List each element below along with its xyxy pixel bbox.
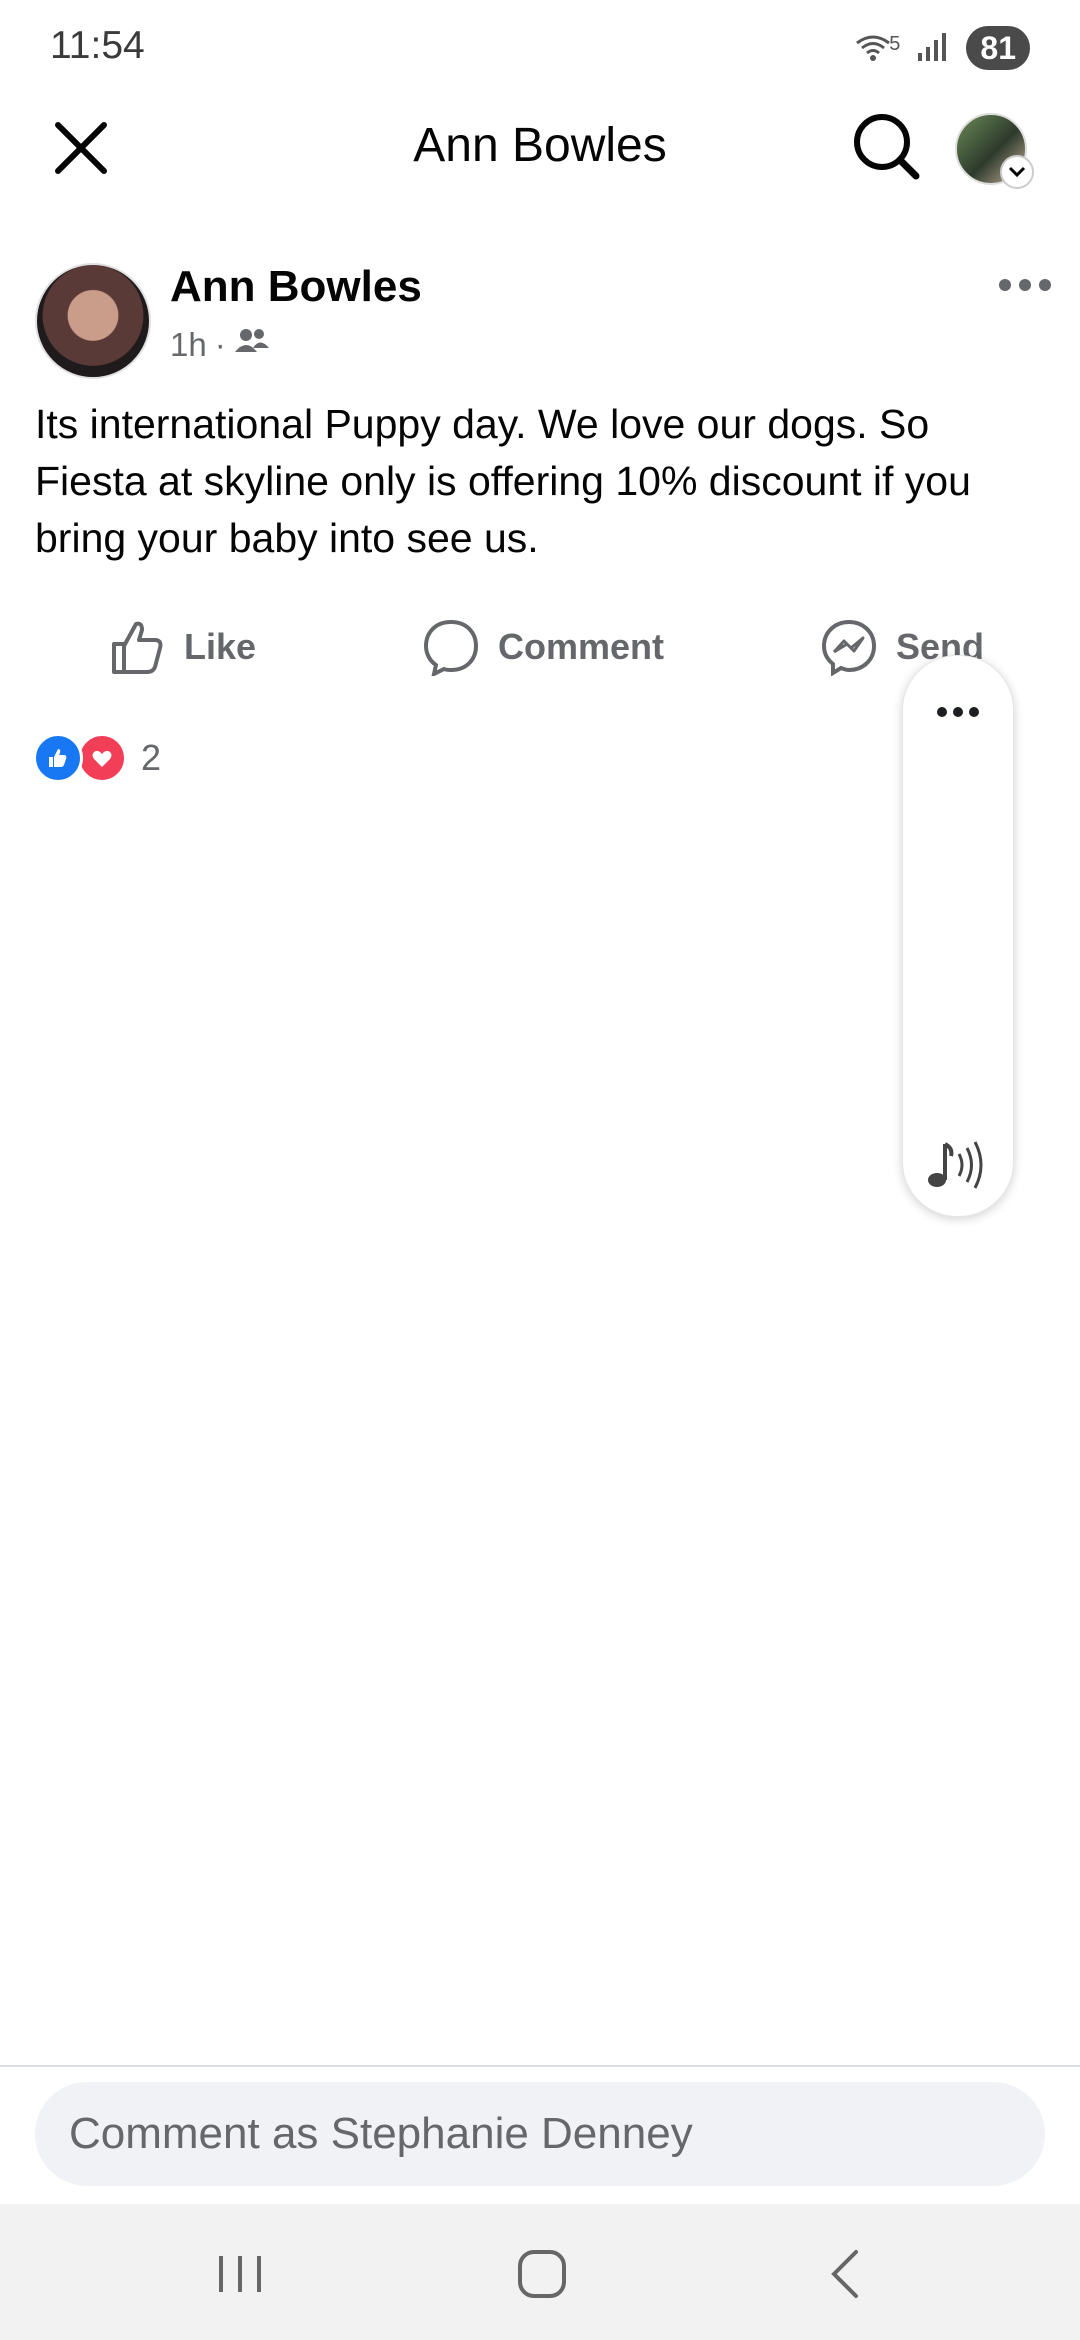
more-options-icon (999, 279, 1051, 291)
signal-icon (916, 31, 950, 66)
status-time: 11:54 (50, 24, 145, 67)
back-button[interactable] (810, 2244, 880, 2304)
search-button[interactable] (850, 110, 922, 182)
post-options-button[interactable] (995, 270, 1055, 300)
recent-apps-button[interactable] (205, 2244, 275, 2304)
post-text: Its international Puppy day. We love our… (35, 401, 971, 561)
like-label: Like (184, 626, 257, 667)
comment-button[interactable]: Comment (422, 618, 664, 676)
back-icon (831, 2250, 858, 2298)
comment-icon (423, 619, 479, 676)
reactions-summary[interactable]: 2 (33, 733, 161, 783)
music-sound-icon[interactable] (925, 1138, 989, 1192)
author-name[interactable]: Ann Bowles (170, 262, 422, 312)
like-button[interactable]: Like (108, 618, 256, 676)
more-options-icon[interactable] (935, 705, 981, 719)
friends-icon (234, 326, 270, 364)
home-button[interactable] (507, 2244, 577, 2304)
post-meta: 1h · (170, 326, 270, 364)
messenger-icon (821, 619, 877, 676)
love-reaction-icon (77, 733, 127, 783)
battery-indicator: 81 (966, 26, 1030, 70)
floating-panel[interactable] (902, 655, 1014, 1217)
meta-separator: · (214, 326, 226, 363)
thumbs-up-icon (112, 621, 163, 674)
home-icon (518, 2250, 566, 2298)
post-time[interactable]: 1h (170, 326, 207, 364)
search-icon (854, 114, 920, 180)
divider (0, 2065, 1080, 2067)
recent-apps-icon (219, 2256, 261, 2292)
status-icons: 5 81 (853, 26, 1030, 70)
chevron-down-icon[interactable] (1000, 155, 1034, 189)
reaction-count: 2 (141, 737, 162, 778)
like-reaction-icon (33, 733, 83, 783)
comment-label: Comment (498, 626, 665, 667)
wifi-label: 5 (889, 33, 901, 55)
author-avatar[interactable] (35, 263, 151, 379)
comment-input[interactable] (35, 2082, 1045, 2186)
wifi-icon: 5 (853, 33, 900, 63)
